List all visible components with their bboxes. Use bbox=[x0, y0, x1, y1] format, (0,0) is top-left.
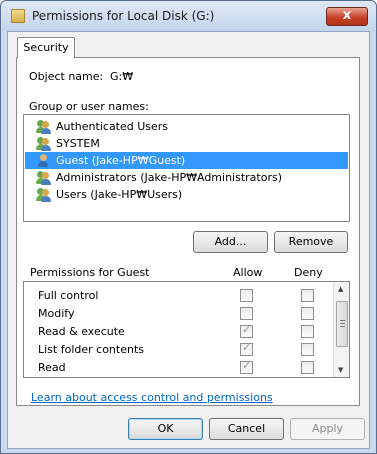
window-title: Permissions for Local Disk (G:) bbox=[32, 9, 215, 23]
permissions-scrollbar[interactable]: ▲ ▼ bbox=[333, 282, 349, 377]
ok-button[interactable]: OK bbox=[128, 418, 203, 440]
permission-name: List folder contents bbox=[38, 343, 144, 356]
scroll-thumb[interactable] bbox=[336, 301, 348, 347]
permission-row: Read & execute ✓ bbox=[24, 323, 334, 341]
allow-checkbox[interactable] bbox=[240, 289, 253, 302]
allow-checkbox[interactable]: ✓ bbox=[240, 341, 253, 356]
list-item-label: Authenticated Users bbox=[56, 120, 169, 133]
checkbox-check-icon: ✓ bbox=[242, 341, 252, 354]
deny-checkbox[interactable] bbox=[301, 325, 314, 338]
user-group-icon bbox=[36, 170, 52, 185]
folder-icon bbox=[11, 9, 25, 23]
remove-button[interactable]: Remove bbox=[274, 231, 348, 253]
deny-header: Deny bbox=[294, 266, 323, 279]
deny-checkbox[interactable] bbox=[301, 289, 314, 302]
scroll-down-icon[interactable]: ▼ bbox=[338, 366, 343, 374]
title-bar[interactable]: Permissions for Local Disk (G:) x bbox=[1, 1, 376, 31]
permissions-dialog: Permissions for Local Disk (G:) x Securi… bbox=[0, 0, 377, 454]
checkbox-check-icon: ✓ bbox=[242, 359, 252, 372]
list-item-label: Guest (Jake-HP₩Guest) bbox=[56, 154, 186, 167]
apply-button[interactable]: Apply bbox=[290, 418, 365, 440]
group-list-label: Group or user names: bbox=[29, 100, 149, 113]
list-item-users[interactable]: Users (Jake-HP₩Users) bbox=[25, 186, 348, 203]
cancel-button[interactable]: Cancel bbox=[209, 418, 284, 440]
list-item-label: SYSTEM bbox=[56, 137, 100, 150]
allow-checkbox[interactable]: ✓ bbox=[240, 323, 253, 338]
allow-checkbox[interactable]: ✓ bbox=[240, 359, 253, 374]
user-group-icon bbox=[36, 136, 52, 151]
permission-name: Read & execute bbox=[38, 325, 125, 338]
permission-row: List folder contents ✓ bbox=[24, 341, 334, 359]
deny-checkbox[interactable] bbox=[301, 307, 314, 320]
scroll-up-icon[interactable]: ▲ bbox=[338, 285, 343, 293]
user-group-icon bbox=[36, 119, 52, 134]
list-item-guest[interactable]: Guest (Jake-HP₩Guest) bbox=[25, 152, 348, 169]
permission-row: Read ✓ bbox=[24, 359, 334, 377]
permissions-table: Full control Modify Read & execute ✓ Lis… bbox=[23, 281, 350, 378]
permissions-label: Permissions for Guest bbox=[30, 266, 150, 279]
list-item-system[interactable]: SYSTEM bbox=[25, 135, 348, 152]
tab-security[interactable]: Security bbox=[17, 37, 75, 58]
permission-name: Full control bbox=[38, 289, 99, 302]
add-button[interactable]: Add... bbox=[193, 231, 268, 253]
list-item-authenticated-users[interactable]: Authenticated Users bbox=[25, 118, 348, 135]
checkbox-check-icon: ✓ bbox=[242, 323, 252, 336]
deny-checkbox[interactable] bbox=[301, 361, 314, 374]
object-name-value: G:₩ bbox=[110, 70, 134, 83]
group-user-list[interactable]: Authenticated Users SYSTEM Guest (Jake-H… bbox=[23, 114, 350, 222]
list-item-administrators[interactable]: Administrators (Jake-HP₩Administrators) bbox=[25, 169, 348, 186]
user-group-icon bbox=[36, 187, 52, 202]
help-link[interactable]: Learn about access control and permissio… bbox=[31, 391, 273, 404]
allow-checkbox[interactable] bbox=[240, 307, 253, 320]
permission-name: Modify bbox=[38, 307, 75, 320]
permission-row: Modify bbox=[24, 305, 334, 323]
deny-checkbox[interactable] bbox=[301, 343, 314, 356]
user-icon bbox=[36, 153, 52, 168]
list-item-label: Users (Jake-HP₩Users) bbox=[56, 188, 183, 201]
list-item-label: Administrators (Jake-HP₩Administrators) bbox=[56, 171, 282, 184]
allow-header: Allow bbox=[233, 266, 263, 279]
object-name-label: Object name: bbox=[29, 70, 104, 83]
permission-row: Full control bbox=[24, 287, 334, 305]
close-button[interactable]: x bbox=[326, 7, 368, 26]
permission-name: Read bbox=[38, 361, 66, 374]
